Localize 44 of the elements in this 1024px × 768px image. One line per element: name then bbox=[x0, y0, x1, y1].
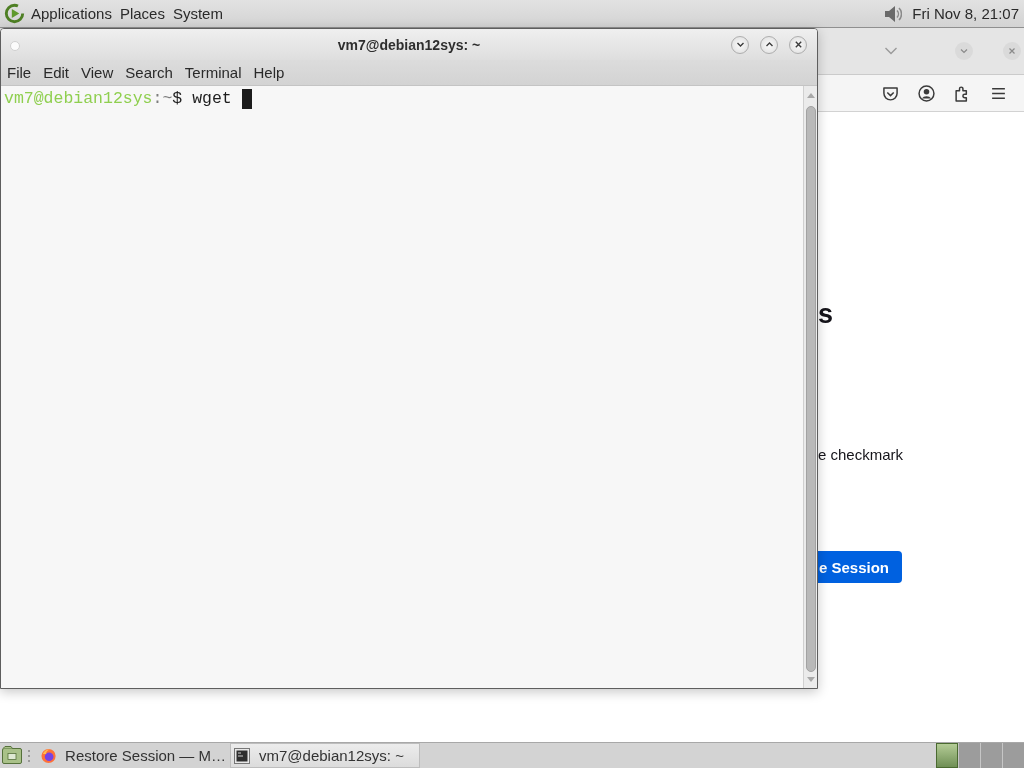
scrollbar-thumb[interactable] bbox=[805, 106, 816, 672]
play-ring-icon[interactable] bbox=[4, 3, 25, 24]
workspace-button[interactable] bbox=[936, 743, 958, 768]
scroll-up-icon[interactable] bbox=[806, 93, 815, 98]
speaker-icon[interactable] bbox=[884, 3, 903, 24]
close-button[interactable] bbox=[789, 35, 807, 54]
close-icon bbox=[793, 40, 803, 49]
minimize-button[interactable] bbox=[731, 35, 749, 54]
terminal-area[interactable]: vm7@debian12sys:~$ wget bbox=[1, 86, 803, 688]
flame-globe-icon bbox=[41, 747, 57, 764]
panel-menu[interactable]: System bbox=[168, 3, 227, 24]
menu-item[interactable]: File bbox=[1, 64, 38, 81]
taskbar-button[interactable]: Restore Session — M… bbox=[37, 743, 227, 768]
scroll-down-icon[interactable] bbox=[806, 677, 815, 682]
menu-item[interactable]: Search bbox=[119, 64, 179, 81]
panel-menu[interactable]: Places bbox=[115, 3, 169, 24]
workspace-button[interactable] bbox=[980, 743, 1002, 768]
chevron-up-icon bbox=[764, 40, 774, 49]
workspace-button[interactable] bbox=[1002, 743, 1024, 768]
chevron-down-icon bbox=[960, 47, 968, 55]
chevron-down-icon[interactable] bbox=[884, 46, 898, 56]
workspace-button[interactable] bbox=[958, 743, 980, 768]
menu-item[interactable]: Terminal bbox=[178, 64, 248, 81]
maximize-button[interactable] bbox=[760, 35, 778, 54]
panel-menu[interactable]: Applications bbox=[27, 3, 116, 24]
terminal-icon bbox=[234, 747, 250, 764]
terminal-line: vm7@debian12sys:~$ wget bbox=[4, 89, 232, 109]
menu-item[interactable]: Help bbox=[247, 64, 291, 81]
desktop-icon[interactable] bbox=[2, 746, 22, 764]
account-icon[interactable] bbox=[918, 84, 935, 102]
grip-icon[interactable] bbox=[28, 749, 32, 763]
session-button[interactable]: e Session bbox=[818, 551, 902, 583]
chevron-down-icon bbox=[735, 40, 745, 49]
menu-item[interactable]: View bbox=[75, 64, 120, 81]
window-title: vm7@debian12sys: ~ bbox=[337, 36, 481, 53]
taskbar-button[interactable]: vm7@debian12sys: ~ bbox=[230, 743, 420, 768]
menu-item[interactable]: Edit bbox=[37, 64, 76, 81]
pocket-icon[interactable] bbox=[882, 84, 899, 102]
page-text: e checkmark bbox=[818, 446, 904, 464]
close-icon bbox=[1008, 47, 1016, 55]
scrollbar-track[interactable] bbox=[803, 86, 817, 688]
clock[interactable]: Fri Nov 8, 21:07 bbox=[912, 5, 1019, 22]
page-heading: s bbox=[818, 298, 834, 330]
window-menu-button[interactable] bbox=[10, 40, 20, 51]
